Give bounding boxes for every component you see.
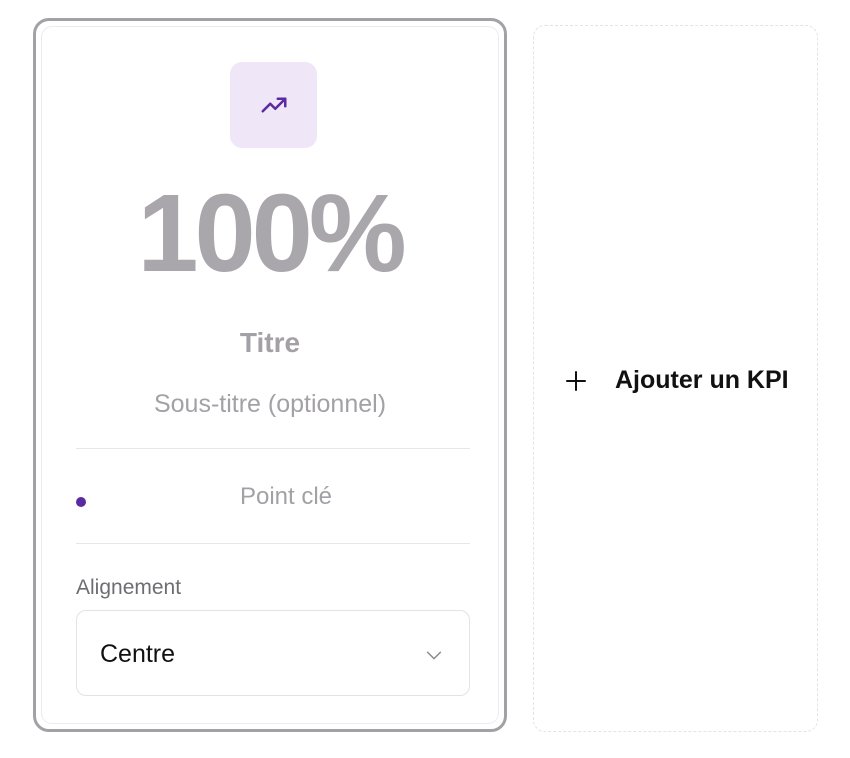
add-kpi-label: Ajouter un KPI [615, 366, 789, 394]
kpi-subtitle[interactable]: Sous-titre (optionnel) [36, 390, 504, 419]
kpi-value[interactable]: 100% [36, 179, 504, 289]
kpi-icon-button[interactable] [230, 62, 317, 148]
plus-icon [566, 370, 586, 391]
chevron-down-icon [426, 651, 442, 660]
alignment-selected-value: Centre [100, 640, 176, 668]
kpi-editor: 100% Titre Sous-titre (optionnel) Point … [0, 0, 850, 758]
add-kpi-content: Ajouter un KPI [565, 366, 789, 395]
kpi-title[interactable]: Titre [36, 327, 504, 359]
alignment-select[interactable]: Centre [76, 610, 470, 696]
alignment-label: Alignement [76, 576, 182, 599]
divider [76, 448, 470, 449]
divider [76, 543, 470, 544]
trending-up-icon [261, 97, 286, 113]
kpi-bullet-point[interactable]: Point clé [76, 483, 496, 511]
kpi-card[interactable]: 100% Titre Sous-titre (optionnel) Point … [33, 18, 507, 732]
add-kpi-button[interactable]: Ajouter un KPI [533, 25, 818, 732]
